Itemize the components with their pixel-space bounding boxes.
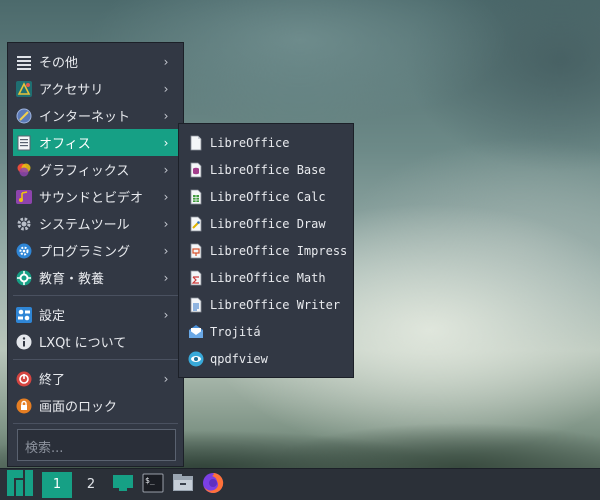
submenu-item-libreoffice-base[interactable]: LibreOffice Base xyxy=(179,156,353,183)
show-desktop-button[interactable] xyxy=(108,469,138,500)
libreoffice-calc-icon xyxy=(188,189,204,205)
chevron-right-icon: › xyxy=(163,270,169,285)
menu-item-programming[interactable]: プログラミング › xyxy=(8,237,183,264)
submenu-item-libreoffice[interactable]: LibreOffice xyxy=(179,129,353,156)
submenu-item-libreoffice-math[interactable]: LibreOffice Math xyxy=(179,264,353,291)
libreoffice-writer-icon xyxy=(188,297,204,313)
workspace-1-button[interactable]: 1 xyxy=(42,471,72,498)
office-icon xyxy=(16,135,32,151)
libreoffice-base-icon xyxy=(188,162,204,178)
menu-item-label: プログラミング xyxy=(39,245,131,260)
chevron-right-icon: › xyxy=(163,243,169,258)
application-menu: その他 › アクセサリ › インターネット › オフィス › グラフィックス › xyxy=(7,42,184,467)
chevron-right-icon: › xyxy=(163,108,169,123)
menu-item-label: 設定 xyxy=(39,309,66,324)
menu-item-lock-screen[interactable]: 画面のロック xyxy=(8,392,183,419)
submenu-item-libreoffice-impress[interactable]: LibreOffice Impress xyxy=(179,237,353,264)
menu-item-education[interactable]: 教育・教養 › xyxy=(8,264,183,291)
menu-item-graphics[interactable]: グラフィックス › xyxy=(8,156,183,183)
firefox-icon xyxy=(202,472,224,498)
info-icon xyxy=(16,334,32,350)
menu-item-settings[interactable]: 設定 › xyxy=(8,301,183,328)
menu-item-label: グラフィックス xyxy=(39,164,130,179)
chevron-right-icon: › xyxy=(163,162,169,177)
libreoffice-draw-icon xyxy=(188,216,204,232)
submenu-item-label: LibreOffice xyxy=(210,135,290,150)
multimedia-icon xyxy=(16,189,32,205)
list-icon xyxy=(16,54,32,70)
terminal-launcher[interactable]: $_ xyxy=(138,469,168,500)
submenu-item-libreoffice-draw[interactable]: LibreOffice Draw xyxy=(179,210,353,237)
accessories-icon xyxy=(16,80,32,97)
eye-icon xyxy=(188,351,204,367)
svg-text:$_: $_ xyxy=(145,476,155,485)
menu-item-label: 終了 xyxy=(39,373,66,388)
chevron-right-icon: › xyxy=(163,216,169,231)
menu-item-label: 教育・教養 xyxy=(39,272,105,287)
graphics-icon xyxy=(16,162,32,178)
menu-item-sound-video[interactable]: サウンドとビデオ › xyxy=(8,183,183,210)
settings-icon xyxy=(16,306,32,323)
office-submenu: LibreOffice LibreOffice Base LibreOffice… xyxy=(178,123,354,378)
submenu-item-label: LibreOffice Impress xyxy=(210,243,348,258)
menu-item-accessories[interactable]: アクセサリ › xyxy=(8,75,183,102)
search-input[interactable]: 検索... xyxy=(17,429,176,461)
desktop-icon xyxy=(112,473,134,497)
submenu-item-qpdfview[interactable]: qpdfview xyxy=(179,345,353,372)
firefox-launcher[interactable] xyxy=(198,469,228,500)
menu-item-label: LXQt について xyxy=(39,336,127,351)
manjaro-logo-icon xyxy=(7,469,33,500)
menu-item-label: インターネット xyxy=(39,110,131,125)
lock-icon xyxy=(16,398,32,414)
submenu-item-label: qpdfview xyxy=(210,351,268,366)
menu-item-label: システムツール xyxy=(39,218,130,233)
submenu-item-label: LibreOffice Calc xyxy=(210,189,326,204)
menu-item-label: 画面のロック xyxy=(39,400,118,415)
system-tools-icon xyxy=(16,216,32,232)
submenu-item-libreoffice-writer[interactable]: LibreOffice Writer xyxy=(179,291,353,318)
libreoffice-impress-icon xyxy=(188,243,204,259)
menu-item-about[interactable]: LXQt について xyxy=(8,328,183,355)
chevron-right-icon: › xyxy=(163,81,169,96)
submenu-item-label: LibreOffice Math xyxy=(210,270,326,285)
libreoffice-icon xyxy=(188,135,204,151)
chevron-right-icon: › xyxy=(163,189,169,204)
menu-item-label: アクセサリ xyxy=(39,83,104,98)
menu-item-office[interactable]: オフィス › xyxy=(13,129,178,156)
file-manager-launcher[interactable] xyxy=(168,469,198,500)
menu-item-label: サウンドとビデオ xyxy=(39,191,144,206)
mail-icon xyxy=(188,324,204,340)
workspace-2-button[interactable]: 2 xyxy=(76,472,106,498)
submenu-item-label: Trojitá xyxy=(210,324,261,339)
menu-item-system-tools[interactable]: システムツール › xyxy=(8,210,183,237)
menu-item-other[interactable]: その他 › xyxy=(8,48,183,75)
menu-separator xyxy=(13,423,178,424)
chevron-right-icon: › xyxy=(163,54,169,69)
menu-item-label: その他 xyxy=(39,56,79,71)
globe-icon xyxy=(16,108,32,124)
submenu-item-label: LibreOffice Draw xyxy=(210,216,326,231)
submenu-item-label: LibreOffice Base xyxy=(210,162,326,177)
submenu-item-libreoffice-calc[interactable]: LibreOffice Calc xyxy=(179,183,353,210)
menu-item-internet[interactable]: インターネット › xyxy=(8,102,183,129)
chevron-right-icon: › xyxy=(163,371,169,386)
taskbar: 1 2 $_ xyxy=(0,468,600,500)
education-icon xyxy=(16,270,32,286)
menu-item-label: オフィス xyxy=(39,137,91,152)
terminal-icon: $_ xyxy=(142,473,164,497)
menu-separator xyxy=(13,359,178,360)
power-icon xyxy=(16,371,32,387)
start-menu-button[interactable] xyxy=(0,469,40,500)
chevron-right-icon: › xyxy=(163,307,169,322)
menu-item-leave[interactable]: 終了 › xyxy=(8,365,183,392)
submenu-item-label: LibreOffice Writer xyxy=(210,297,341,312)
submenu-item-trojita[interactable]: Trojitá xyxy=(179,318,353,345)
chevron-right-icon: › xyxy=(163,135,169,150)
folder-icon xyxy=(172,473,194,497)
libreoffice-math-icon xyxy=(188,270,204,286)
menu-separator xyxy=(13,295,178,296)
programming-icon xyxy=(16,243,32,259)
